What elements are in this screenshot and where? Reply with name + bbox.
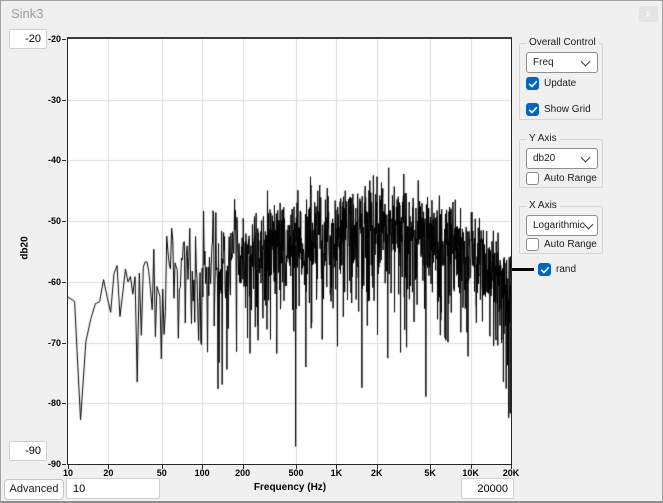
x-tick-label: 2K <box>371 468 383 478</box>
x-tick-label: 100 <box>195 468 210 478</box>
x-axis-dropdown-value: Logarithmic <box>533 220 585 231</box>
advanced-button[interactable]: Advanced <box>4 479 64 500</box>
y-axis-group-title: Y Axis <box>526 133 560 144</box>
legend-rand-label: rand <box>556 264 576 275</box>
checkmark-icon <box>526 77 539 90</box>
x-tick-label: 200 <box>235 468 250 478</box>
y-tick-mark <box>62 343 66 344</box>
x-auto-range-checkbox[interactable]: Auto Range <box>526 238 597 251</box>
x-axis-dropdown[interactable]: Logarithmic <box>526 215 598 236</box>
chevron-down-icon <box>583 219 593 229</box>
x-auto-range-checkbox-label: Auto Range <box>544 239 597 250</box>
y-axis-dropdown-value: db20 <box>533 153 555 164</box>
overall-control-dropdown-value: Freq <box>533 57 554 68</box>
y-tick-mark <box>62 160 66 161</box>
y-tick-label: -80 <box>31 398 61 408</box>
y-tick-mark <box>62 282 66 283</box>
show-grid-checkbox[interactable]: Show Grid <box>526 103 591 116</box>
legend: rand <box>512 263 576 276</box>
y-tick-label: -90 <box>31 459 61 469</box>
sink3-window: Sink3 x Advanced 10 20 50 100 200 500 1K 2K 5K 10… <box>0 0 663 503</box>
y-tick-label: -50 <box>31 216 61 226</box>
overall-control-group-title: Overall Control <box>526 37 599 48</box>
overall-control-dropdown[interactable]: Freq <box>526 52 598 73</box>
x-axis-group: X Axis Logarithmic Auto Range <box>519 206 603 254</box>
x-tick-label: 20 <box>103 468 113 478</box>
update-checkbox-label: Update <box>544 78 576 89</box>
x-max-input[interactable] <box>461 478 514 499</box>
y-tick-mark <box>62 464 66 465</box>
checkmark-icon <box>526 103 539 116</box>
y-axis-group: Y Axis db20 Auto Range <box>519 139 603 188</box>
y-tick-label: -20 <box>31 34 61 44</box>
x-min-input[interactable] <box>66 478 160 499</box>
y-tick-label: -40 <box>31 155 61 165</box>
checkmark-icon <box>526 238 539 251</box>
y-tick-mark <box>62 100 66 101</box>
y-tick-label: -30 <box>31 95 61 105</box>
close-icon[interactable]: x <box>639 6 658 22</box>
chevron-down-icon <box>581 56 591 66</box>
y-axis-dropdown[interactable]: db20 <box>526 148 598 169</box>
y-auto-range-checkbox-label: Auto Range <box>544 173 597 184</box>
legend-rand-checkbox[interactable]: rand <box>538 263 576 276</box>
y-tick-label: -70 <box>31 338 61 348</box>
x-tick-label: 5K <box>424 468 436 478</box>
checkmark-icon <box>538 263 551 276</box>
chevron-down-icon <box>581 152 591 162</box>
y-tick-mark <box>62 39 66 40</box>
plot-frame <box>67 37 512 465</box>
x-tick-label: 500 <box>288 468 303 478</box>
x-axis-group-title: X Axis <box>526 200 560 211</box>
y-tick-mark <box>62 221 66 222</box>
y-tick-mark <box>62 403 66 404</box>
x-tick-label: 50 <box>157 468 167 478</box>
x-tick-label: 10 <box>63 468 73 478</box>
y-auto-range-checkbox[interactable]: Auto Range <box>526 172 597 185</box>
title-bar[interactable]: Sink3 x <box>1 1 662 25</box>
window-title: Sink3 <box>11 6 44 21</box>
overall-control-group: Overall Control Freq Update Show Grid <box>519 43 603 120</box>
x-tick-label: 1K <box>331 468 343 478</box>
y-tick-label: -60 <box>31 277 61 287</box>
x-tick-label: 10K <box>462 468 479 478</box>
y-min-input[interactable] <box>9 441 47 461</box>
y-axis-title: db20 <box>20 236 31 259</box>
checkmark-icon <box>526 172 539 185</box>
x-tick-label: 20K <box>503 468 520 478</box>
show-grid-checkbox-label: Show Grid <box>544 104 591 115</box>
legend-line-swatch <box>512 268 534 271</box>
update-checkbox[interactable]: Update <box>526 77 576 90</box>
x-axis-title: Frequency (Hz) <box>254 482 326 493</box>
spectrum-plot-canvas[interactable] <box>68 39 511 464</box>
